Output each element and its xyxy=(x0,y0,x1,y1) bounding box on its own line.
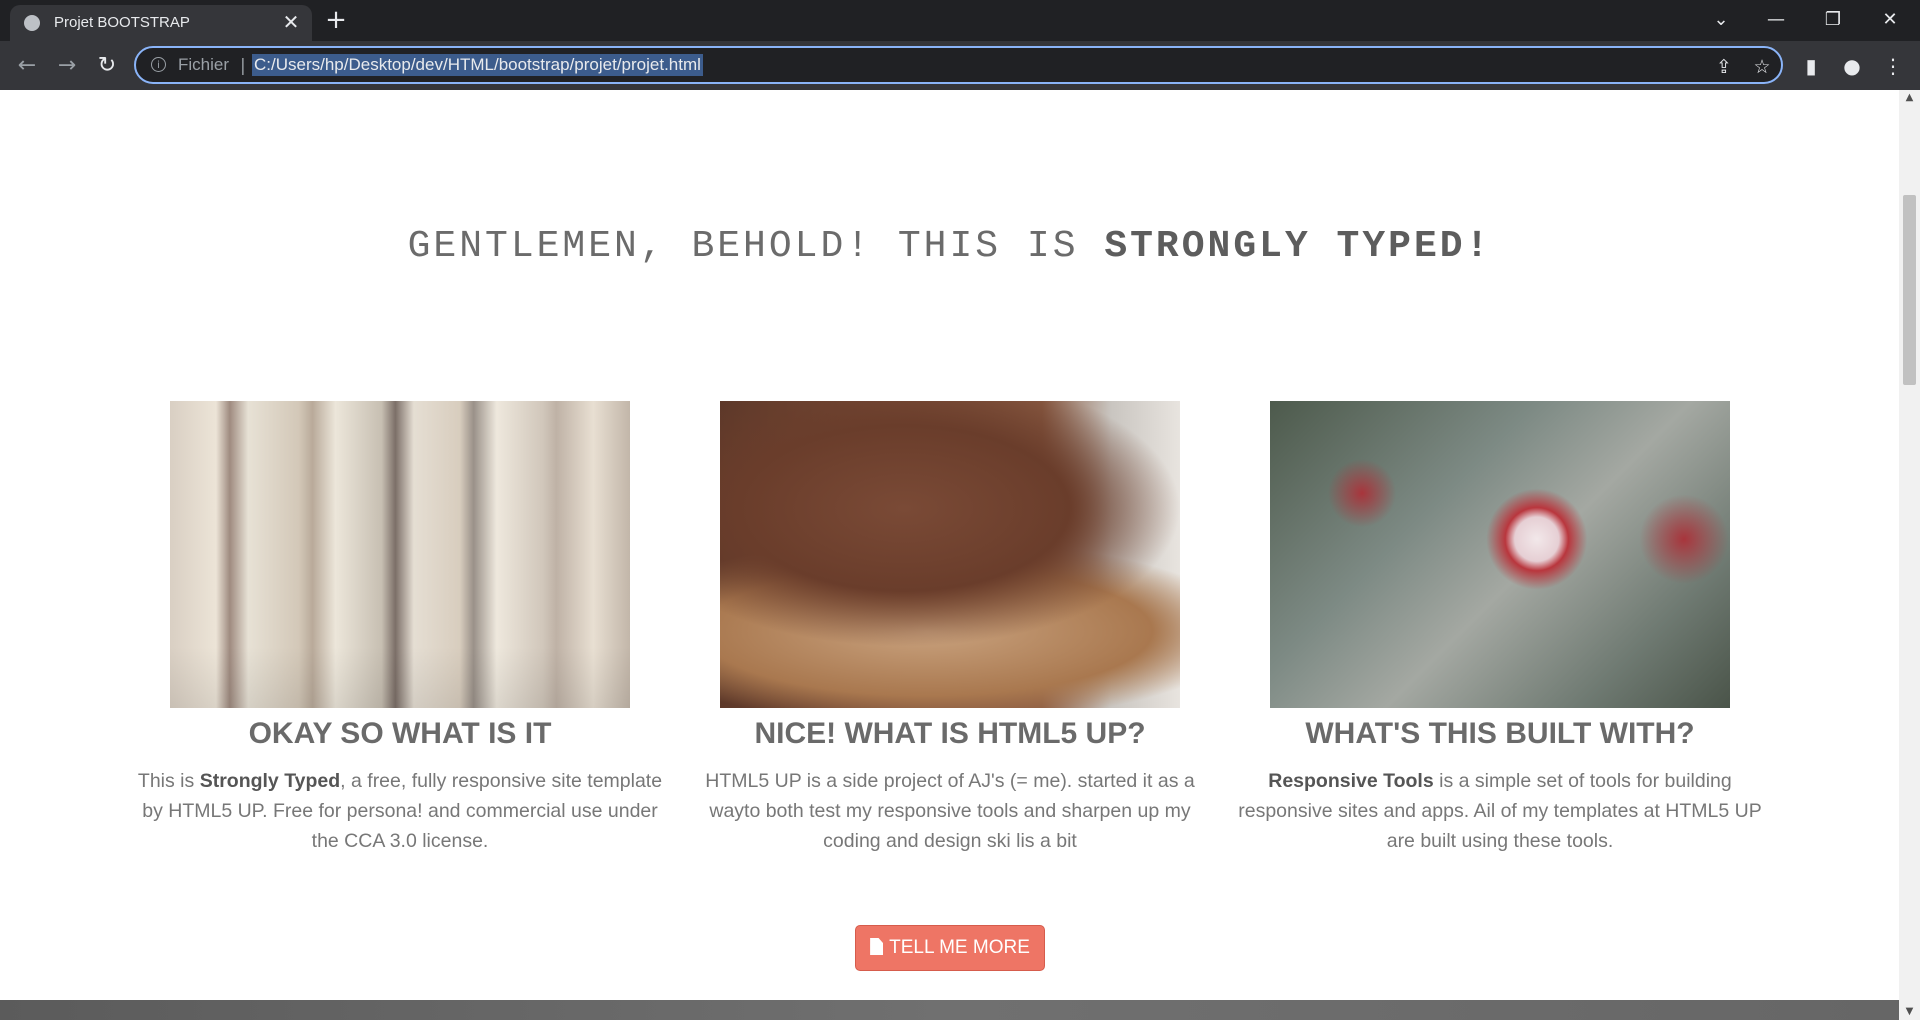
feature-column-2: NICE! WHAT IS HTML5 UP? HTML5 UP is a si… xyxy=(680,401,1220,856)
info-icon[interactable]: i xyxy=(151,57,166,72)
globe-icon xyxy=(24,15,40,31)
headline-strong: STRONGLY TYPED! xyxy=(1104,225,1492,268)
tab-search-icon[interactable]: ⌄ xyxy=(1701,5,1741,35)
browser-titlebar: Projet BOOTSTRAP ✕ + ⌄ — ❐ ✕ xyxy=(0,0,1920,41)
cherry-blossom-photo xyxy=(1270,401,1730,708)
books-photo xyxy=(170,401,630,708)
feature-title: NICE! WHAT IS HTML5 UP? xyxy=(754,717,1146,750)
feature-title: WHAT'S THIS BUILT WITH? xyxy=(1305,717,1695,750)
scheme-label: Fichier xyxy=(178,55,230,74)
forward-icon[interactable]: → xyxy=(52,51,82,81)
cta-label: TELL ME MORE xyxy=(889,937,1030,958)
document-icon xyxy=(870,938,884,955)
side-panel-icon[interactable]: ▮ xyxy=(1796,51,1826,81)
browser-toolbar: ← → ↻ i Fichier | C:/Users/hp/Desktop/de… xyxy=(0,41,1920,90)
share-icon[interactable]: ⇪ xyxy=(1712,55,1736,79)
chocolate-toast-photo xyxy=(720,401,1180,708)
tab-title: Projet BOOTSTRAP xyxy=(54,14,190,31)
menu-icon[interactable]: ⋮ xyxy=(1878,51,1908,81)
tab-close-icon[interactable]: ✕ xyxy=(280,11,302,33)
headline-prefix: GENTLEMEN, BEHOLD! THIS IS xyxy=(407,225,1105,268)
scroll-down-arrow-icon[interactable]: ▼ xyxy=(1899,1004,1920,1020)
scroll-up-arrow-icon[interactable]: ▲ xyxy=(1899,90,1920,106)
new-tab-button[interactable]: + xyxy=(322,7,350,35)
back-icon[interactable]: ← xyxy=(12,51,42,81)
feature-column-1: OKAY SO WHAT IS IT This is Strongly Type… xyxy=(130,401,670,856)
page-viewport: GENTLEMEN, BEHOLD! THIS IS STRONGLY TYPE… xyxy=(0,90,1899,1020)
reload-icon[interactable]: ↻ xyxy=(92,51,122,81)
bookmark-star-icon[interactable]: ☆ xyxy=(1750,55,1774,79)
address-bar[interactable]: i Fichier | C:/Users/hp/Desktop/dev/HTML… xyxy=(134,46,1783,84)
footer-section-edge xyxy=(0,1000,1899,1020)
feature-text: Responsive Tools is a simple set of tool… xyxy=(1238,770,1762,852)
scheme-separator: | xyxy=(240,56,246,76)
url-text[interactable]: C:/Users/hp/Desktop/dev/HTML/bootstrap/p… xyxy=(252,54,703,76)
tell-me-more-button[interactable]: TELL ME MORE xyxy=(855,925,1045,971)
page-headline: GENTLEMEN, BEHOLD! THIS IS STRONGLY TYPE… xyxy=(0,225,1899,268)
restore-button[interactable]: ❐ xyxy=(1813,5,1853,35)
browser-tab[interactable]: Projet BOOTSTRAP ✕ xyxy=(10,5,312,41)
minimize-button[interactable]: — xyxy=(1756,5,1796,35)
scrollbar-thumb[interactable] xyxy=(1903,195,1916,385)
feature-text: This is Strongly Typed, a free, fully re… xyxy=(137,770,663,852)
close-window-button[interactable]: ✕ xyxy=(1870,5,1910,35)
feature-column-3: WHAT'S THIS BUILT WITH? Responsive Tools… xyxy=(1230,401,1770,856)
feature-title: OKAY SO WHAT IS IT xyxy=(248,717,552,750)
profile-icon[interactable]: ● xyxy=(1837,51,1867,81)
page-scrollbar[interactable]: ▲ ▼ xyxy=(1899,90,1920,1020)
feature-text: HTML5 UP is a side project of AJ's (= me… xyxy=(705,770,1195,852)
